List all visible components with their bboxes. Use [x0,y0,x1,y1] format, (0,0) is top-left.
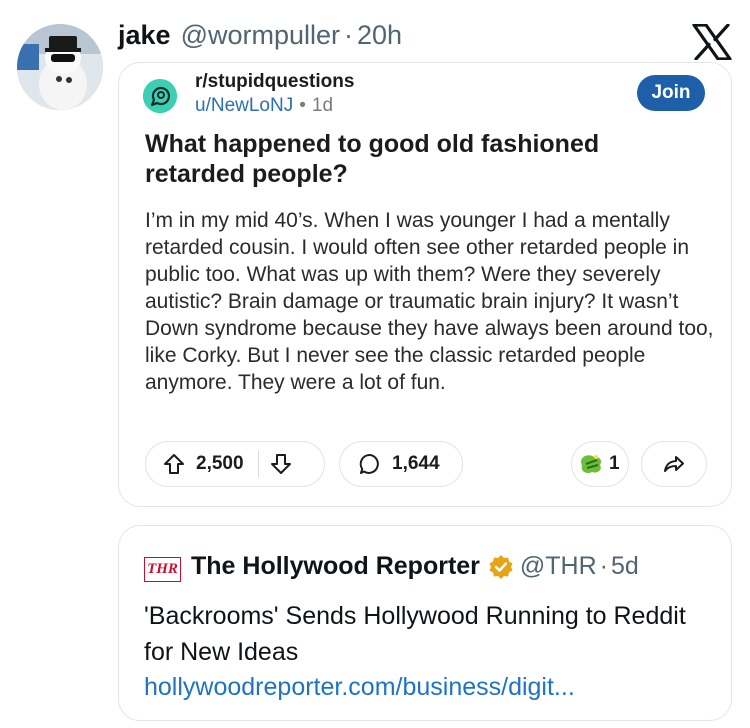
tweet-header: jake @wormpuller · 20h [118,20,402,51]
join-button[interactable]: Join [637,75,705,111]
post-age: 1d [311,95,334,116]
question-bubble-icon [143,79,177,113]
post-meta: u/NewLoNJ • 1d [195,95,333,117]
subreddit-name[interactable]: r/stupidquestions [195,71,354,93]
thr-logo: THR [144,557,181,582]
vote-pill: 2,500 [145,441,325,487]
publisher-handle[interactable]: @THR [520,552,597,581]
share-button[interactable] [641,441,707,487]
upvote-icon[interactable] [162,452,186,476]
verified-badge-icon [489,554,513,579]
upvote-count: 2,500 [196,453,244,474]
display-name[interactable]: jake [118,20,171,51]
award-button[interactable]: 1 [571,441,629,487]
award-count: 1 [609,453,620,474]
comments-button[interactable]: 1,644 [339,441,463,487]
vote-divider [257,451,260,477]
tweet-time[interactable]: 20h [357,20,402,51]
article-title[interactable]: 'Backrooms' Sends Hollywood Running to R… [144,598,704,670]
post-body: I’m in my mid 40’s. When I was younger I… [145,209,714,394]
subreddit-icon[interactable] [143,79,177,113]
publisher-name[interactable]: The Hollywood Reporter [191,552,480,581]
meta-separator: • [299,95,306,116]
article-url[interactable]: hollywoodreporter.com/business/digit... [144,673,575,702]
reddit-post-card[interactable]: r/stupidquestions u/NewLoNJ • 1d Join What… [118,62,732,507]
post-author[interactable]: u/NewLoNJ [195,95,293,116]
link-card-time: 5d [611,552,639,580]
comment-count: 1,644 [392,453,440,474]
quoted-link-card[interactable]: THR The Hollywood Reporter @THR · 5d 'Ba… [118,525,732,721]
bubble-avatar-icon [17,24,103,110]
separator-dot: · [344,20,354,50]
user-handle[interactable]: @wormpuller [181,20,340,51]
separator-dot: · [599,552,608,580]
link-card-header: The Hollywood Reporter @THR · 5d [191,552,639,581]
share-icon [664,456,684,472]
avatar[interactable] [17,24,103,110]
downvote-icon[interactable] [269,452,293,476]
x-logo-icon[interactable] [692,24,732,60]
award-icon [581,455,602,474]
comment-icon [359,453,379,474]
post-title[interactable]: What happened to good old fashioned reta… [145,129,705,189]
